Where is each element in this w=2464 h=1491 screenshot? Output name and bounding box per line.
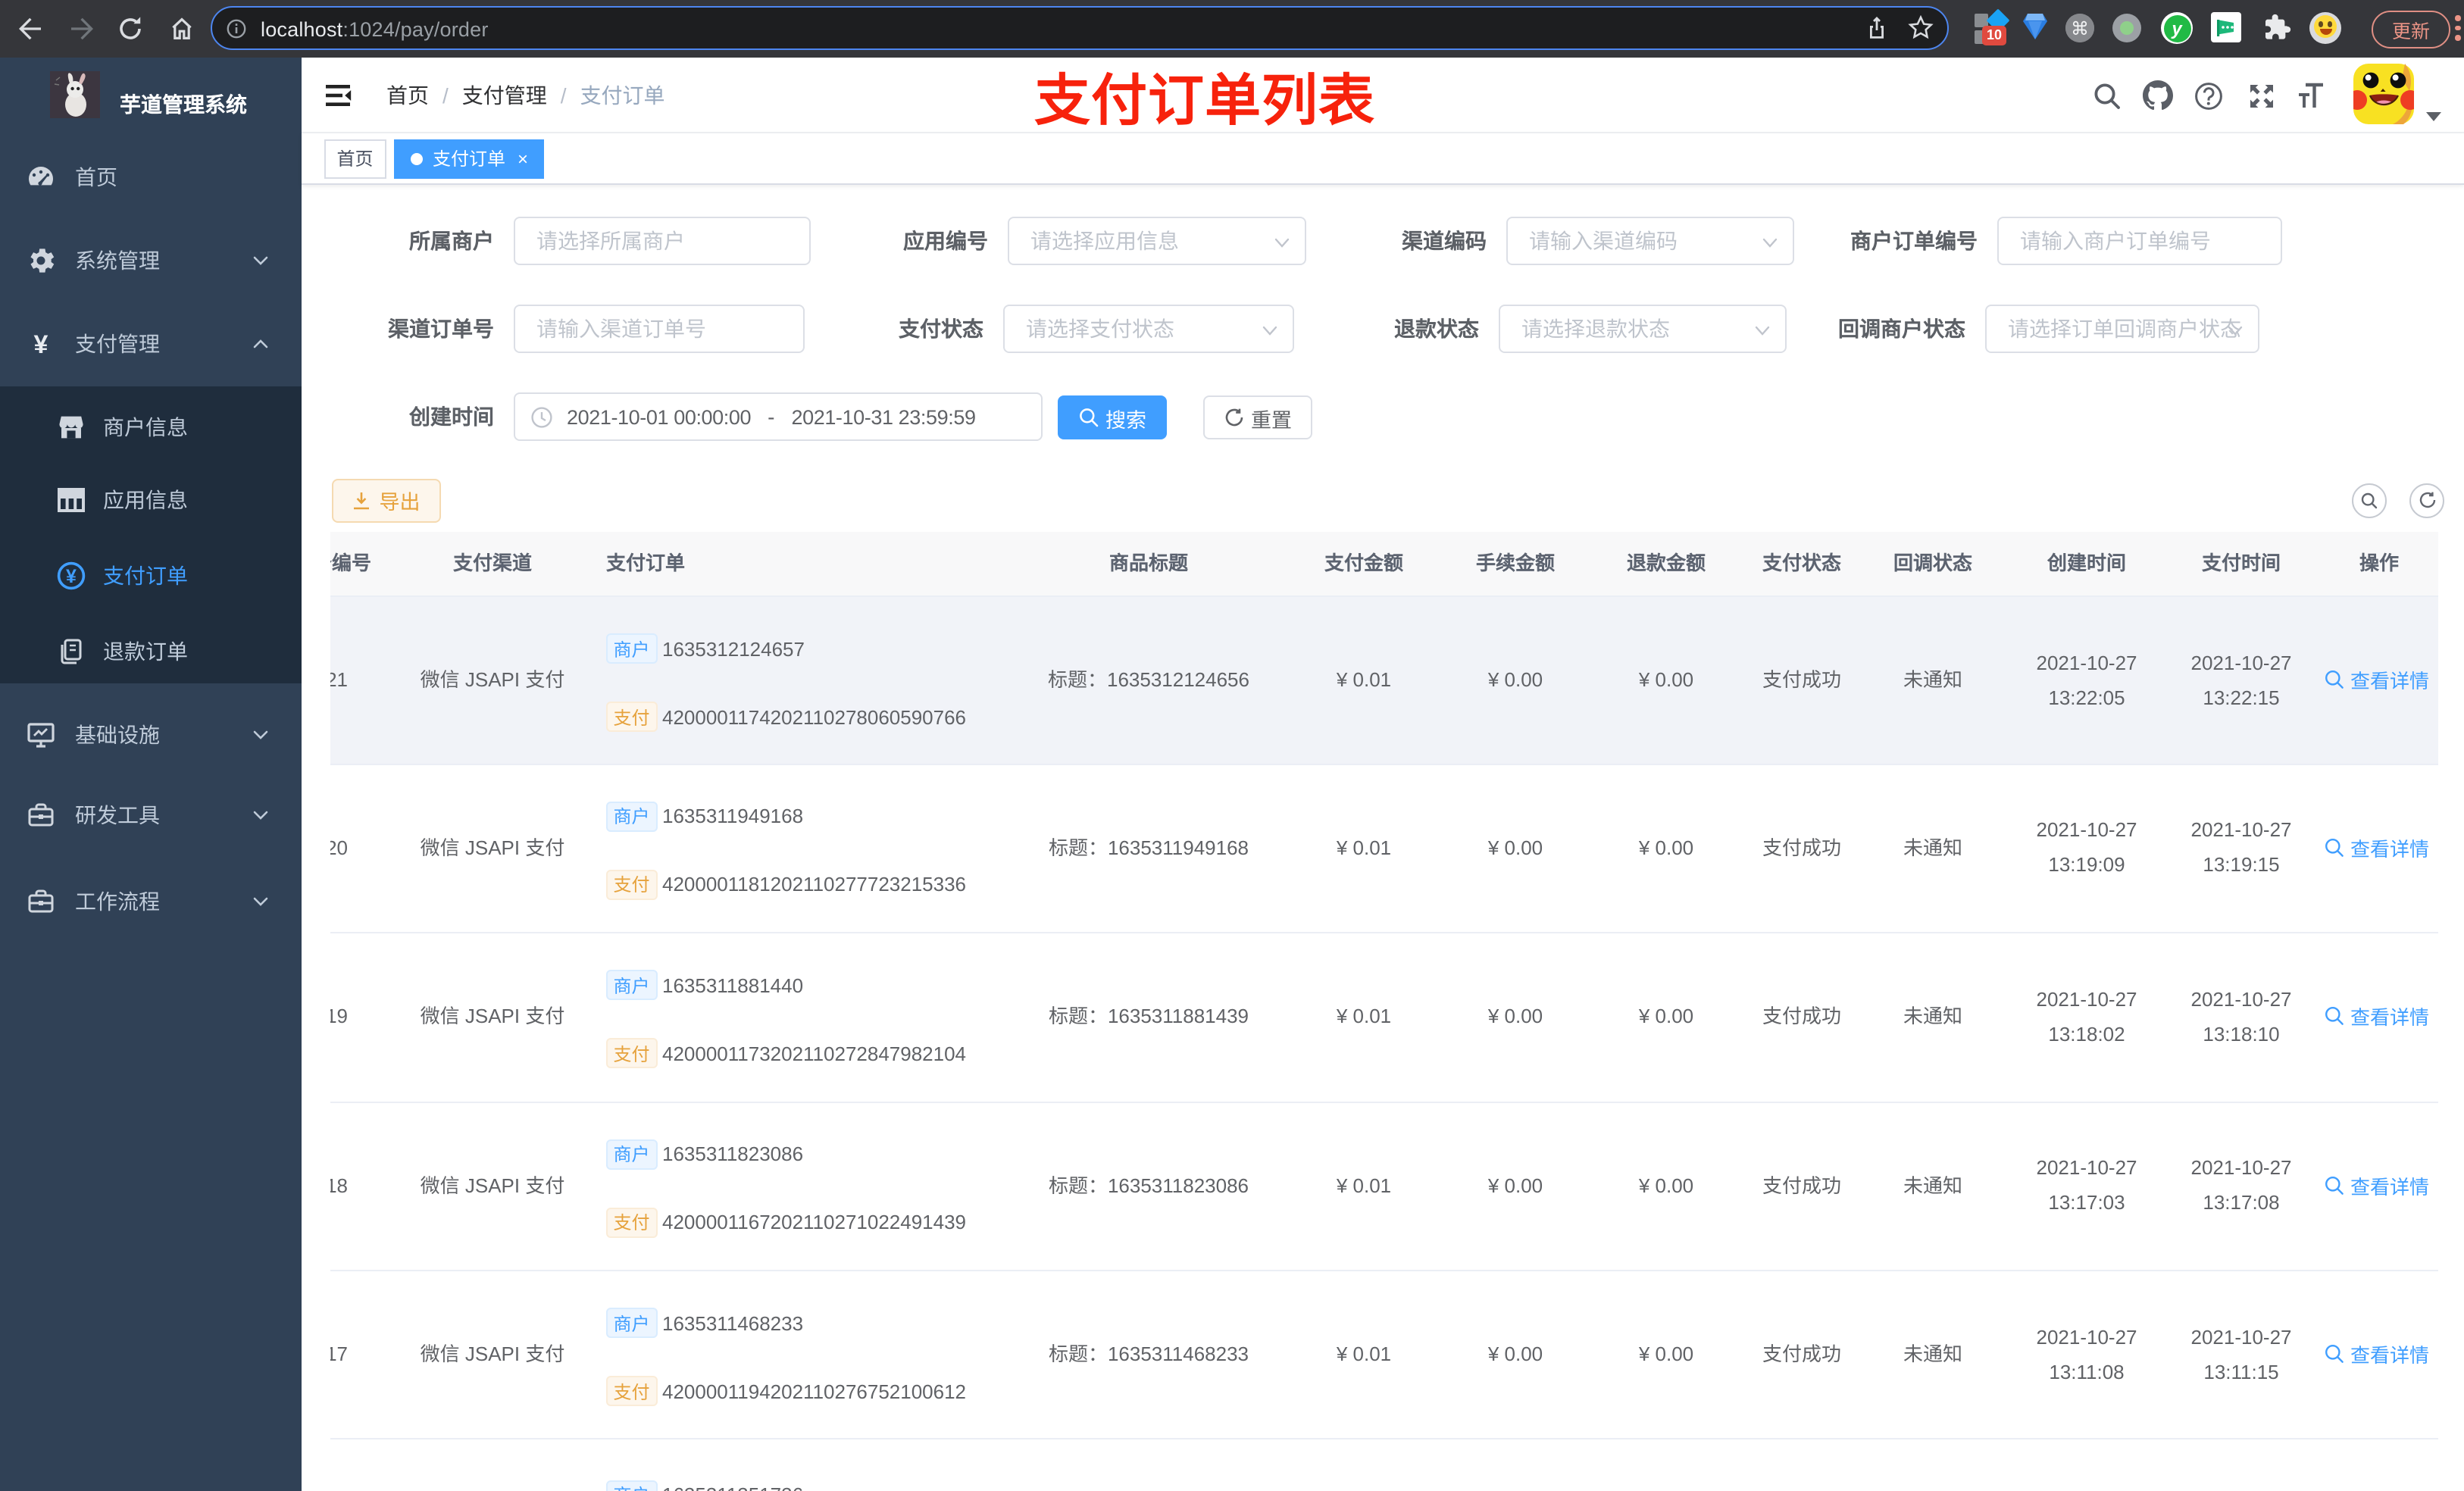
svg-text:¥: ¥ — [34, 330, 48, 359]
svg-text:¥: ¥ — [66, 565, 77, 586]
